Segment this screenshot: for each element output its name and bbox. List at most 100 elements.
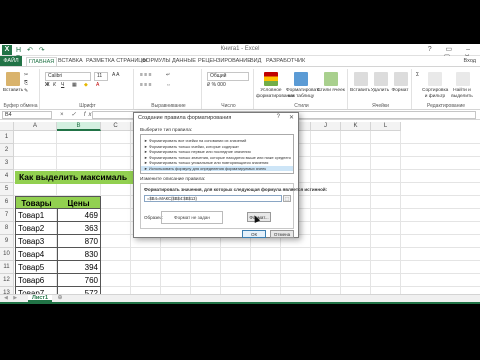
- sheet-title[interactable]: Как выделить максималь: [15, 171, 133, 184]
- add-sheet-icon[interactable]: ⊕: [56, 295, 64, 302]
- underline-icon[interactable]: Ч: [61, 82, 64, 89]
- cancel-button[interactable]: Отмена: [270, 230, 294, 238]
- column-header-l[interactable]: L: [371, 122, 401, 131]
- tab-view[interactable]: ВИД: [250, 57, 261, 66]
- product-name-cell[interactable]: Товар2: [15, 222, 58, 235]
- tab-file[interactable]: ФАЙЛ: [0, 56, 22, 66]
- row-header-4[interactable]: 4: [0, 170, 14, 183]
- tab-developer[interactable]: РАЗРАБОТЧИК: [266, 57, 305, 66]
- ok-button[interactable]: ОК: [242, 230, 266, 238]
- row-header-8[interactable]: 8: [0, 222, 14, 235]
- rule-type-option[interactable]: ► Использовать формулу для определения ф…: [141, 166, 293, 172]
- insert-cells-icon[interactable]: [354, 72, 368, 86]
- row-header-7[interactable]: 7: [0, 209, 14, 222]
- window-controls[interactable]: ? ▭ – ▢ ✕: [426, 45, 476, 61]
- column-header-a[interactable]: A: [14, 122, 57, 131]
- help-icon[interactable]: ?: [277, 114, 280, 120]
- autosum-icon[interactable]: Σ: [416, 72, 419, 79]
- column-header-c[interactable]: C: [101, 122, 131, 131]
- formula-buttons[interactable]: × ✓ fx: [60, 111, 95, 118]
- find-select-label[interactable]: Найти и выделить: [448, 88, 476, 99]
- product-name-cell[interactable]: Товар6: [15, 274, 58, 287]
- conditional-formatting-icon[interactable]: [264, 72, 278, 86]
- font-name-select[interactable]: Calibri: [45, 72, 91, 81]
- header-prices[interactable]: Цены: [57, 196, 101, 209]
- row-header-9[interactable]: 9: [0, 235, 14, 248]
- product-name-cell[interactable]: Товар5: [15, 261, 58, 274]
- price-cell[interactable]: 830: [57, 248, 101, 261]
- close-icon[interactable]: ✕: [289, 114, 294, 121]
- align-left-icon[interactable]: ≡ ≡ ≡: [140, 82, 152, 89]
- number-format-select[interactable]: Общий: [207, 72, 249, 81]
- product-name-cell[interactable]: Товар4: [15, 248, 58, 261]
- price-cell[interactable]: 760: [57, 274, 101, 287]
- sheet-nav-arrows[interactable]: ◀ ▶: [4, 295, 24, 302]
- tab-review[interactable]: РЕЦЕНЗИРОВАНИЕ: [198, 57, 251, 66]
- insert-cells-label[interactable]: Вставить: [350, 88, 370, 94]
- tab-data[interactable]: ДАННЫЕ: [172, 57, 196, 66]
- price-cell[interactable]: 363: [57, 222, 101, 235]
- rule-formula-input[interactable]: =$B4=МАКС($B$4:$B$13): [144, 195, 282, 202]
- bold-icon[interactable]: Ж: [45, 82, 50, 89]
- cell-styles-icon[interactable]: [324, 72, 338, 86]
- price-cell[interactable]: 469: [57, 209, 101, 222]
- sign-in-link[interactable]: Вход: [464, 57, 476, 66]
- tab-insert[interactable]: ВСТАВКА: [58, 57, 83, 66]
- align-top-icon[interactable]: ≡ ≡ ≡: [140, 72, 152, 79]
- price-cell[interactable]: 394: [57, 261, 101, 274]
- row-header-2[interactable]: 2: [0, 144, 14, 157]
- rule-type-option[interactable]: ► Форматировать только первые или послед…: [141, 149, 293, 154]
- rule-type-option[interactable]: ► Форматировать все ячейки на основании …: [141, 138, 293, 143]
- row-header-10[interactable]: 10: [0, 248, 14, 261]
- rule-type-option[interactable]: ► Форматировать только значения, которые…: [141, 155, 293, 160]
- column-header-j[interactable]: J: [311, 122, 341, 131]
- conditional-formatting-label[interactable]: Условное форматирование: [256, 88, 295, 99]
- paste-icon[interactable]: [6, 72, 20, 86]
- tab-home[interactable]: ГЛАВНАЯ: [26, 57, 58, 66]
- tab-page-layout[interactable]: РАЗМЕТКА СТРАНИЦЫ: [86, 57, 147, 66]
- format-painter-icon[interactable]: ✎: [24, 88, 28, 95]
- column-header-k[interactable]: K: [341, 122, 371, 131]
- cell-styles-label[interactable]: Стили ячеек: [316, 88, 346, 94]
- find-select-icon[interactable]: [456, 72, 470, 86]
- name-box[interactable]: B4: [2, 111, 52, 119]
- delete-cells-icon[interactable]: [374, 72, 388, 86]
- copy-icon[interactable]: ⎘: [24, 80, 28, 87]
- tab-formulas[interactable]: ФОРМУЛЫ: [142, 57, 170, 66]
- row-header-11[interactable]: 11: [0, 261, 14, 274]
- row-header-5[interactable]: 5: [0, 183, 14, 196]
- italic-icon[interactable]: К: [53, 82, 56, 89]
- product-name-cell[interactable]: Товар1: [15, 209, 58, 222]
- quick-access-toolbar[interactable]: H ↶ ↷ =: [16, 46, 56, 61]
- rule-type-option[interactable]: ► Форматировать только ячейки, которые с…: [141, 144, 293, 149]
- sort-filter-label[interactable]: Сортировка и фильтр: [422, 88, 448, 99]
- header-products[interactable]: Товары: [15, 196, 58, 209]
- format-cells-label[interactable]: Формат: [390, 88, 410, 94]
- font-color-icon[interactable]: A: [96, 82, 99, 89]
- product-name-cell[interactable]: Товар3: [15, 235, 58, 248]
- format-as-table-icon[interactable]: [294, 72, 308, 86]
- row-header-3[interactable]: 3: [0, 157, 14, 170]
- borders-icon[interactable]: ▦: [72, 82, 77, 89]
- currency-icon[interactable]: ₽ % 000: [207, 82, 226, 89]
- fill-color-icon[interactable]: ◆: [84, 82, 88, 89]
- font-size-select[interactable]: 11: [94, 72, 108, 81]
- price-cell[interactable]: 870: [57, 235, 101, 248]
- row-header-6[interactable]: 6: [0, 196, 14, 209]
- column-header-b[interactable]: B: [57, 122, 101, 131]
- paste-label[interactable]: Вставить: [2, 88, 24, 94]
- row-header-1[interactable]: 1: [0, 131, 14, 144]
- delete-cells-label[interactable]: Удалить: [370, 88, 390, 94]
- rule-type-list[interactable]: ► Форматировать все ячейки на основании …: [140, 134, 294, 174]
- row-header-12[interactable]: 12: [0, 274, 14, 287]
- sheet-tab-list1[interactable]: Лист1: [28, 295, 52, 302]
- wrap-text-icon[interactable]: ↵: [166, 72, 170, 79]
- sort-filter-icon[interactable]: [428, 72, 442, 86]
- select-all-corner[interactable]: [0, 122, 14, 131]
- format-cells-icon[interactable]: [394, 72, 408, 86]
- collapse-dialog-icon[interactable]: ⬚: [283, 195, 291, 202]
- font-grow-icon[interactable]: A A: [112, 72, 120, 79]
- format-as-table-label[interactable]: Форматировать как таблицу: [286, 88, 321, 99]
- rule-type-option[interactable]: ► Форматировать только уникальные или по…: [141, 160, 293, 165]
- merge-center-icon[interactable]: ⇔: [166, 82, 171, 89]
